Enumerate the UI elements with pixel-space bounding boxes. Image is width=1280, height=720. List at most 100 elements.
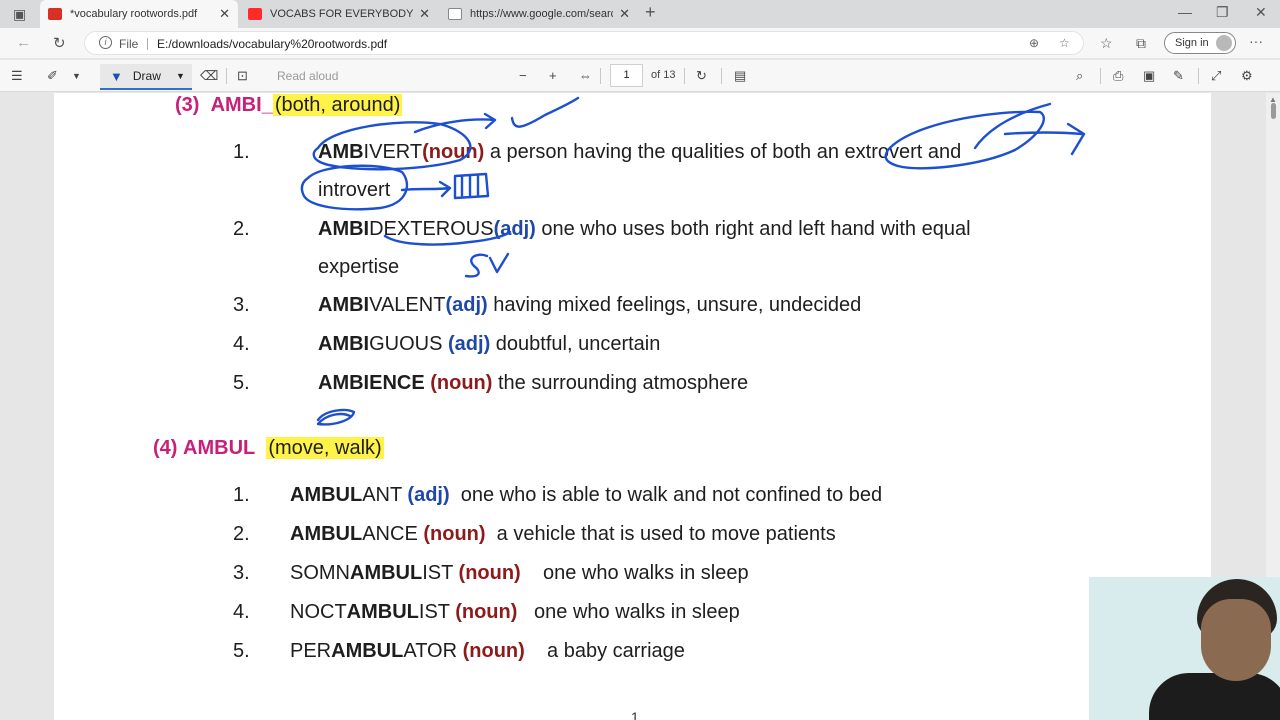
part-of-speech: (noun) — [458, 562, 521, 584]
part-of-speech: (noun) — [462, 640, 525, 662]
entry-definition: a person having the qualities of both an… — [484, 141, 962, 163]
zoom-out-button[interactable]: − — [519, 68, 527, 83]
url-text[interactable]: E:/downloads/vocabulary%20rootwords.pdf — [157, 37, 387, 51]
entry-definition: one who is able to walk and not confined… — [449, 484, 883, 506]
text-box-icon[interactable]: ⊡ — [237, 68, 248, 84]
print-icon[interactable]: ⎙ — [1113, 68, 1123, 84]
draw-button[interactable]: ▼ Draw ▼ — [100, 64, 192, 90]
root-meaning: (move, walk) — [266, 437, 384, 459]
tab-google[interactable]: https://www.google.com/search ✕ — [440, 0, 638, 28]
entry-root: AMBUL — [346, 601, 419, 623]
back-icon[interactable]: ← — [16, 34, 31, 51]
chevron-down-icon[interactable]: ▼ — [176, 71, 185, 81]
new-tab-button[interactable]: + — [645, 2, 656, 23]
sign-in-label: Sign in — [1175, 37, 1209, 49]
entry-ambivert-cont: introvert — [318, 179, 391, 201]
close-icon[interactable]: ✕ — [419, 6, 430, 22]
entry-number: 4. — [233, 601, 250, 623]
chevron-down-icon[interactable]: ▼ — [72, 71, 81, 81]
entry-suffix: GUOUS — [369, 333, 449, 355]
maximize-icon[interactable]: ❐ — [1216, 4, 1229, 21]
entry-definition: one who uses both right and left hand wi… — [535, 218, 971, 240]
entry-ambidexterous: AMBIDEXTEROUS(adj) one who uses both rig… — [318, 218, 971, 241]
expand-icon[interactable]: ⤢ — [1211, 68, 1221, 84]
minimize-icon[interactable]: — — [1178, 4, 1192, 20]
read-aloud-button[interactable]: Read aloud — [277, 69, 338, 83]
pen-icon: ▼ — [110, 68, 123, 84]
page-count: of 13 — [651, 69, 676, 81]
entry-number: 4. — [233, 333, 250, 355]
root-word: AMBI — [210, 94, 262, 116]
address-bar-row: ← ↻ i File E:/downloads/vocabulary%20roo… — [0, 28, 1280, 58]
divider — [1198, 68, 1199, 84]
entry-number: 1. — [233, 484, 250, 506]
pdf-toolbar: ☰ ✐ ▼ ▼ Draw ▼ ⌫ ⊡ Read aloud − + ⇔ 1 of… — [0, 60, 1280, 92]
fit-width-icon[interactable]: ⇔ — [579, 68, 592, 83]
entry-number: 5. — [233, 640, 250, 662]
close-icon[interactable]: ✕ — [219, 6, 230, 22]
entry-root: AMB — [318, 141, 364, 163]
workspaces-icon[interactable]: ▣ — [13, 6, 26, 23]
page-view-icon[interactable]: ▤ — [734, 68, 746, 84]
part-of-speech: (adj) — [407, 484, 450, 506]
close-window-icon[interactable]: ✕ — [1255, 4, 1267, 21]
entry-suffix: IVERT — [363, 141, 423, 163]
scroll-thumb[interactable] — [1271, 103, 1276, 119]
save-as-icon[interactable]: ✎ — [1173, 68, 1184, 84]
tab-youtube[interactable]: VOCABS FOR EVERYBODY | STOR ✕ — [240, 0, 438, 28]
entry-definition: a baby carriage — [524, 640, 685, 662]
rotate-icon[interactable]: ↻ — [696, 68, 707, 84]
entry-somnambulist: SOMNAMBULIST (noun) one who walks in sle… — [290, 562, 749, 585]
close-icon[interactable]: ✕ — [619, 6, 630, 22]
save-icon[interactable]: ▣ — [1143, 68, 1155, 84]
pdf-page — [54, 93, 1211, 720]
more-icon[interactable]: ··· — [1249, 33, 1263, 49]
divider — [1100, 68, 1101, 84]
favorites-icon[interactable]: ☆ — [1100, 35, 1113, 52]
presenter-body — [1149, 673, 1280, 720]
zoom-icon[interactable]: ⊕ — [1029, 36, 1039, 50]
presenter-face — [1201, 599, 1271, 681]
entry-ambivert: AMBIVERT(noun) a person having the quali… — [318, 141, 961, 164]
part-of-speech: (adj) — [445, 294, 488, 316]
entry-prefix: NOCT — [290, 601, 347, 623]
entry-perambulator: PERAMBULATOR (noun) a baby carriage — [290, 640, 685, 663]
entry-root: AMBUL — [290, 484, 363, 506]
eraser-icon[interactable]: ⌫ — [200, 68, 218, 84]
address-bar[interactable]: i File E:/downloads/vocabulary%20rootwor… — [84, 31, 1084, 55]
zoom-in-button[interactable]: + — [549, 68, 557, 83]
entry-root: AMBI — [318, 333, 370, 355]
entry-definition: a vehicle that is used to move patients — [485, 523, 836, 545]
page-number-input[interactable]: 1 — [610, 64, 643, 87]
tab-title: VOCABS FOR EVERYBODY | STOR — [270, 8, 414, 20]
collections-icon[interactable]: ⧉ — [1136, 35, 1146, 52]
entry-definition: doubtful, uncertain — [490, 333, 661, 355]
search-icon[interactable]: ⌕ — [1076, 68, 1083, 84]
root-word: AMBUL — [183, 437, 256, 459]
info-icon[interactable]: i — [99, 36, 112, 49]
entry-root: AMBUL — [350, 562, 423, 584]
section-3-heading: (3) AMBI_ (both, around) — [175, 94, 403, 116]
pdf-viewer[interactable]: ▲ — [0, 93, 1280, 720]
refresh-icon[interactable]: ↻ — [53, 34, 66, 52]
part-of-speech: (noun) — [423, 523, 486, 545]
entry-definition: one who walks in sleep — [517, 601, 740, 623]
highlight-icon[interactable]: ✐ — [47, 68, 58, 84]
entry-definition: having mixed feelings, unsure, undecided — [487, 294, 862, 316]
entry-ambivalent: AMBIVALENT(adj) having mixed feelings, u… — [318, 294, 861, 317]
entry-ambiguous: AMBIGUOUS (adj) doubtful, uncertain — [318, 333, 660, 356]
section-number: (3) — [175, 94, 200, 116]
part-of-speech: (adj) — [448, 333, 491, 355]
divider — [226, 68, 227, 84]
entry-suffix: ANT — [362, 484, 408, 506]
youtube-icon — [248, 8, 262, 20]
sign-in-button[interactable]: Sign in — [1164, 32, 1236, 54]
avatar — [1216, 35, 1232, 51]
entry-prefix: SOMN — [290, 562, 350, 584]
pdf-icon — [48, 8, 62, 20]
divider — [147, 38, 148, 50]
tab-pdf[interactable]: *vocabulary rootwords.pdf ✕ — [40, 0, 238, 28]
favorite-add-icon[interactable]: ☆ — [1059, 36, 1070, 50]
contents-icon[interactable]: ☰ — [11, 68, 23, 84]
settings-icon[interactable]: ⚙ — [1241, 68, 1253, 84]
